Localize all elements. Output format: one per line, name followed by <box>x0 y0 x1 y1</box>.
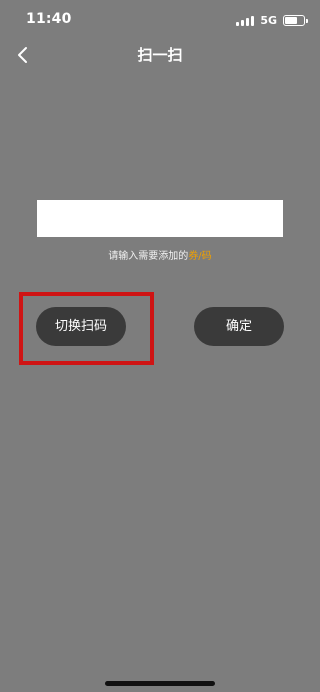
status-icons: 5G <box>236 14 308 27</box>
page-title: 扫一扫 <box>137 46 183 64</box>
input-hint-text: 请输入需要添加的 <box>108 251 189 262</box>
input-hint-accent: 券/码 <box>188 251 212 262</box>
battery-level <box>285 17 297 24</box>
battery-icon <box>283 15 308 26</box>
confirm-button[interactable]: 确定 <box>194 307 284 346</box>
status-time: 11:40 <box>26 11 72 27</box>
signal-icon <box>236 15 255 26</box>
coupon-code-input[interactable] <box>37 200 283 237</box>
navigation-bar: 扫一扫 <box>0 38 320 72</box>
switch-scan-button[interactable]: 切换扫码 <box>36 307 126 346</box>
home-indicator <box>105 681 215 686</box>
network-type: 5G <box>260 14 277 27</box>
input-hint: 请输入需要添加的券/码 <box>0 247 320 262</box>
